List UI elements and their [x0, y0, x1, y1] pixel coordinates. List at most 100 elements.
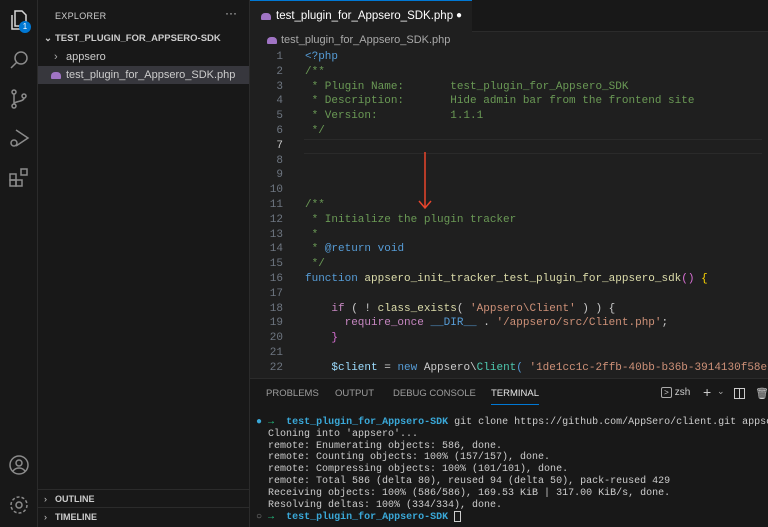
- code-token: * Initialize the plugin tracker: [305, 213, 517, 226]
- timeline-label: TIMELINE: [55, 512, 97, 522]
- code-token: {: [694, 273, 708, 285]
- line-number: 12: [269, 213, 283, 226]
- code-line[interactable]: */: [305, 124, 325, 139]
- source-control-icon[interactable]: [7, 87, 31, 111]
- code-token: (): [681, 273, 695, 285]
- code-token: /**: [305, 199, 325, 211]
- code-token: (: [516, 361, 530, 374]
- terminal-shell-selector[interactable]: > zsh: [661, 387, 690, 398]
- tab-php-file[interactable]: test_plugin_for_Appsero_SDK.php ●: [250, 0, 472, 32]
- code-line[interactable]: require_once __DIR__ . '/appsero/src/Cli…: [305, 316, 669, 331]
- tree-item-appsero[interactable]: › appsero: [38, 48, 249, 66]
- line-number: 22: [269, 361, 283, 374]
- breadcrumb[interactable]: test_plugin_for_Appsero_SDK.php: [265, 33, 450, 47]
- code-token: *: [305, 228, 319, 241]
- split-terminal-icon[interactable]: [734, 388, 745, 399]
- line-number: 3: [276, 80, 283, 93]
- code-line[interactable]: * Version: 1.1.1: [305, 109, 484, 124]
- code-token: $client: [331, 361, 378, 374]
- tab-label: test_plugin_for_Appsero_SDK.php: [276, 10, 454, 22]
- code-line[interactable]: function appsero_init_tracker_test_plugi…: [305, 272, 708, 287]
- tree-item-label: test_plugin_for_Appsero_SDK.php: [66, 69, 236, 81]
- tree-item-php-file[interactable]: test_plugin_for_Appsero_SDK.php: [38, 66, 249, 84]
- outline-section[interactable]: › OUTLINE: [38, 489, 249, 507]
- line-number: 6: [276, 125, 283, 137]
- code-token: }: [331, 332, 339, 345]
- code-token: __DIR__: [430, 317, 477, 330]
- terminal-line: remote: Compressing objects: 100% (101/1…: [268, 464, 569, 476]
- timeline-section[interactable]: › TIMELINE: [38, 507, 249, 525]
- code-line[interactable]: $client = new Appsero\Client( '1de1cc1c-…: [305, 361, 768, 376]
- code-line[interactable]: * Initialize the plugin tracker: [305, 213, 517, 228]
- tab-output[interactable]: OUTPUT: [335, 388, 374, 399]
- code-line[interactable]: * @return void: [305, 242, 404, 257]
- code-token: new: [397, 361, 418, 374]
- code-line[interactable]: }: [305, 331, 338, 346]
- code-token: * Version: 1.1.1: [305, 110, 484, 123]
- chevron-right-icon: ›: [44, 512, 47, 522]
- code-line[interactable]: * Plugin Name: test_plugin_for_Appsero_S…: [305, 80, 629, 95]
- line-number: 5: [276, 110, 283, 123]
- terminal-line: ○ → test_plugin_for_Appsero-SDK: [256, 511, 768, 524]
- terminal-output[interactable]: ● → test_plugin_for_Appsero-SDK git clon…: [256, 417, 768, 524]
- line-number: 16: [269, 273, 283, 285]
- code-line[interactable]: /**: [305, 65, 325, 80]
- terminal-icon: >: [661, 387, 672, 398]
- code-token: .: [476, 317, 497, 330]
- line-number: 21: [269, 347, 283, 359]
- tab-problems[interactable]: PROBLEMS: [266, 388, 319, 399]
- line-number: 17: [269, 287, 283, 300]
- code-token: ;: [661, 317, 669, 330]
- line-number: 14: [269, 243, 283, 256]
- code-line[interactable]: if ( ! class_exists( 'Appsero\Client' ) …: [305, 302, 615, 317]
- code-editor[interactable]: 1 <?php 2 /** 3 * Plugin Name: test_plugin_f…: [250, 48, 768, 378]
- new-terminal-icon[interactable]: +: [703, 384, 711, 400]
- code-line[interactable]: /**: [305, 198, 325, 213]
- line-number: 18: [269, 302, 283, 315]
- code-token: '1de1cc1c-2ffb-40bb-b36b-3914130f58e1': [529, 361, 768, 374]
- bottom-panel: PROBLEMS OUTPUT DEBUG CONSOLE TERMINAL >…: [250, 378, 768, 527]
- chevron-right-icon: ›: [44, 494, 47, 504]
- terminal-line: ● → test_plugin_for_Appsero-SDK git clon…: [256, 417, 768, 428]
- code-line[interactable]: */: [305, 257, 325, 272]
- php-file-icon: [267, 37, 277, 44]
- terminal-line: Cloning into 'appsero'...: [268, 428, 419, 440]
- line-number: 2: [276, 65, 283, 78]
- code-token: ) ) {: [575, 302, 616, 315]
- code-token: appsero_init_tracker_test_plugin_for_app…: [364, 273, 682, 285]
- code-token: * Description: Hide admin bar from the f…: [305, 95, 695, 108]
- tab-debug-console[interactable]: DEBUG CONSOLE: [393, 388, 476, 399]
- code-token: * Plugin Name: test_plugin_for_Appsero_S…: [305, 80, 629, 93]
- modified-dot-icon[interactable]: ●: [456, 1, 462, 31]
- code-line[interactable]: * Description: Hide admin bar from the f…: [305, 94, 695, 109]
- trash-icon[interactable]: 🗑: [755, 387, 768, 400]
- tab-terminal[interactable]: TERMINAL: [491, 388, 540, 405]
- breadcrumb-file: test_plugin_for_Appsero_SDK.php: [281, 34, 451, 46]
- extensions-icon[interactable]: [7, 166, 31, 190]
- code-token: /**: [305, 65, 325, 78]
- line-number: 20: [269, 332, 283, 345]
- workspace-folder[interactable]: ⌄ TEST_PLUGIN_FOR_APPSERO-SDK: [38, 30, 249, 48]
- search-icon[interactable]: [7, 48, 31, 72]
- more-actions-icon[interactable]: ···: [225, 6, 237, 20]
- chevron-down-icon[interactable]: ⌄: [717, 386, 725, 397]
- code-line[interactable]: <?php: [305, 50, 338, 65]
- gear-icon[interactable]: [7, 493, 31, 517]
- line-number: 1: [276, 51, 283, 63]
- explorer-title: EXPLORER: [55, 11, 107, 21]
- code-line[interactable]: *: [305, 228, 319, 243]
- chevron-right-icon: ›: [54, 51, 58, 63]
- code-token: if: [331, 302, 345, 315]
- line-number: 8: [276, 154, 283, 167]
- terminal-line: remote: Counting objects: 100% (157/157)…: [268, 452, 551, 464]
- current-line-highlight: [304, 138, 762, 154]
- run-debug-icon[interactable]: [7, 126, 31, 150]
- code-token: <?php: [305, 51, 339, 63]
- explorer-sidebar: EXPLORER ··· ⌄ TEST_PLUGIN_FOR_APPSERO-SD…: [38, 0, 250, 527]
- activity-bar: 1: [0, 0, 38, 527]
- account-icon[interactable]: [7, 453, 31, 477]
- line-number: 13: [269, 228, 283, 241]
- code-token: require_once: [344, 317, 424, 330]
